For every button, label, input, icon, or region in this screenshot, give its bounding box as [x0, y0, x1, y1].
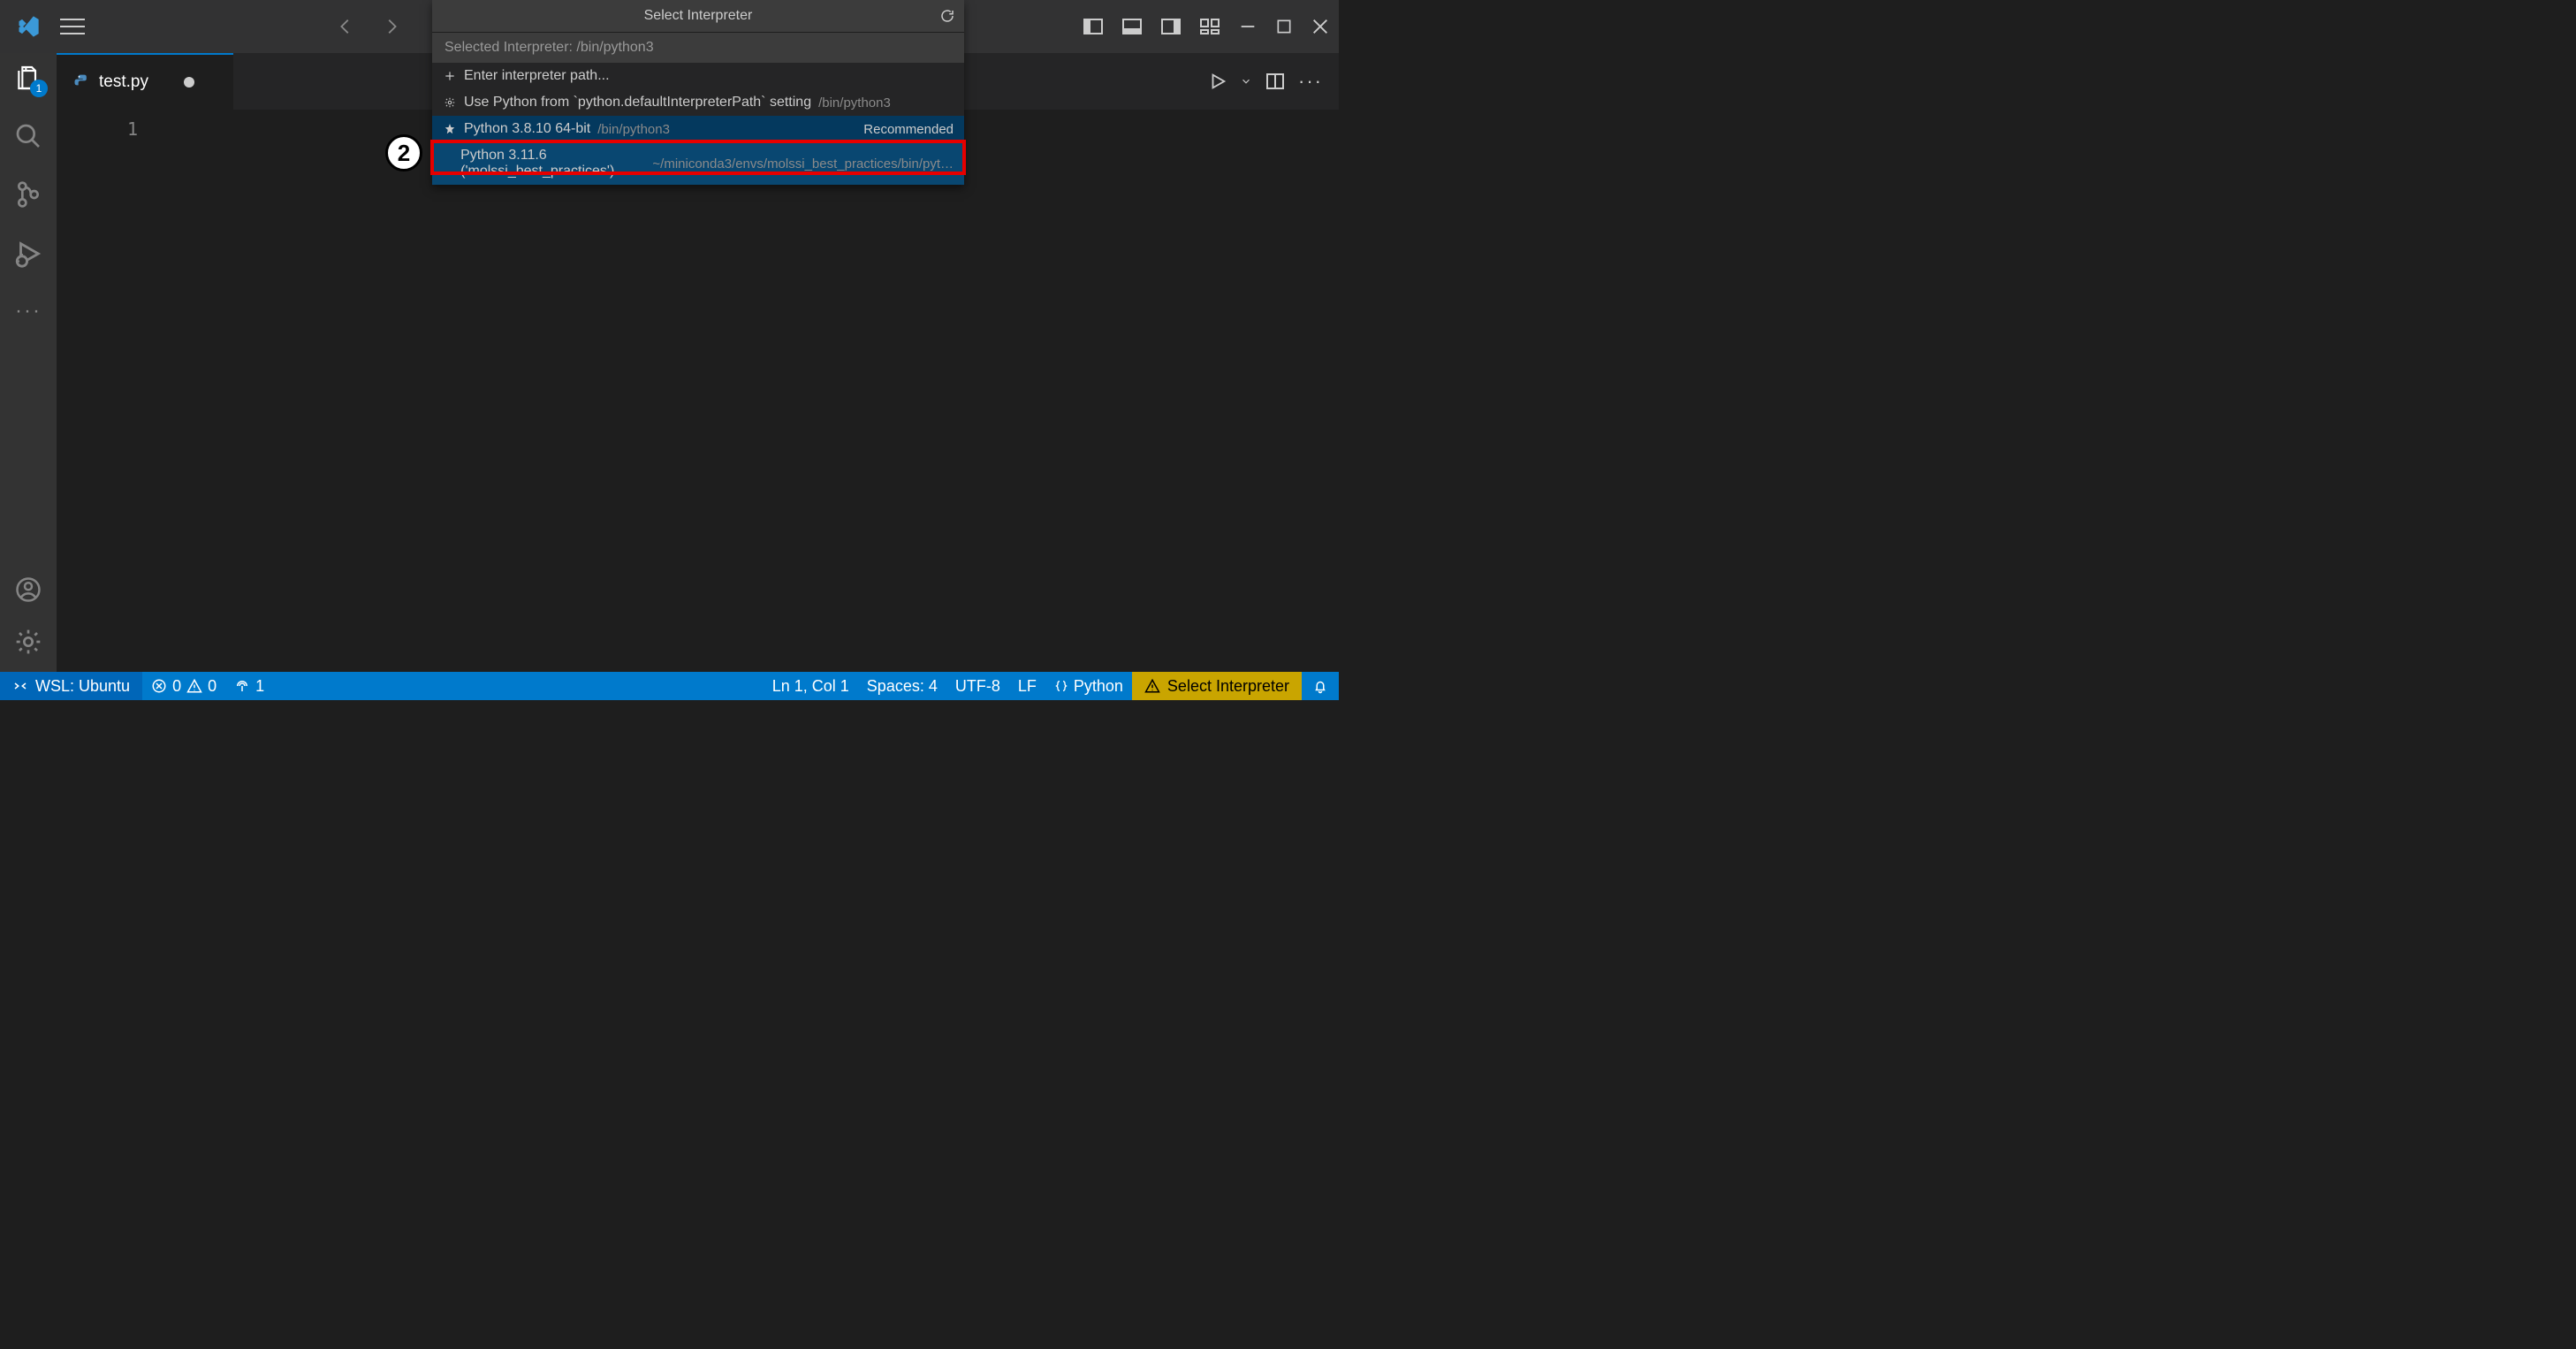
select-interpreter-picker: Select Interpreter Selected Interpreter:… [432, 0, 964, 185]
interpreter-item-enter-path[interactable]: Enter interpreter path... [432, 63, 964, 89]
activity-search-icon[interactable] [14, 122, 42, 150]
quickinput-title: Select Interpreter [432, 0, 964, 32]
status-bar: WSL: Ubuntu 0 0 1 Ln 1, Col 1 Spaces: 4 … [0, 672, 1339, 700]
status-remote[interactable]: WSL: Ubuntu [0, 672, 142, 700]
editor-more-icon[interactable]: ··· [1298, 70, 1323, 93]
editor-actions: ··· [1208, 53, 1339, 110]
eol-label: LF [1018, 677, 1037, 696]
python-file-icon [72, 73, 90, 91]
window-close-icon[interactable] [1311, 17, 1330, 36]
window-minimize-icon[interactable] [1238, 17, 1258, 36]
editor-area[interactable]: 1 [57, 110, 1339, 672]
run-dropdown-chevron-icon[interactable] [1240, 75, 1252, 88]
layout-grid-icon[interactable] [1199, 16, 1220, 37]
layout-panel-bottom-icon[interactable] [1121, 16, 1143, 37]
item-label: Python 3.11.6 ('molssi_best_practices') [460, 148, 645, 179]
item-path: /bin/python3 [818, 95, 891, 111]
activity-source-control-icon[interactable] [14, 180, 42, 209]
warning-count: 0 [208, 677, 217, 696]
nav-back-icon[interactable] [336, 17, 355, 36]
quickinput-title-label: Select Interpreter [644, 8, 753, 24]
warning-triangle-icon [1144, 678, 1160, 694]
error-count: 0 [172, 677, 181, 696]
status-select-interpreter[interactable]: Select Interpreter [1132, 672, 1302, 700]
activity-explorer-icon[interactable]: 1 [14, 64, 42, 92]
warning-icon [186, 678, 202, 694]
interpreter-item-recommended[interactable]: Python 3.8.10 64-bit /bin/python3 Recomm… [432, 116, 964, 142]
item-label: Use Python from `python.defaultInterpret… [464, 95, 811, 111]
status-problems[interactable]: 0 0 [142, 677, 225, 696]
split-editor-icon[interactable] [1265, 71, 1286, 92]
item-label: Enter interpreter path... [464, 68, 610, 84]
title-bar-right [1083, 16, 1330, 37]
item-path: ~/miniconda3/envs/molssi_best_practices/… [652, 156, 954, 171]
gear-icon [443, 96, 457, 109]
plus-icon [443, 70, 457, 82]
explorer-badge: 1 [30, 80, 48, 97]
remote-icon [12, 678, 28, 694]
select-interpreter-label: Select Interpreter [1167, 677, 1289, 696]
vscode-logo-icon [16, 14, 41, 39]
nav-forward-icon[interactable] [382, 17, 401, 36]
status-notifications-icon[interactable] [1302, 678, 1339, 694]
star-icon [443, 123, 457, 135]
activity-more-icon[interactable]: ··· [15, 299, 42, 324]
quickinput-list: Enter interpreter path... Use Python fro… [432, 63, 964, 185]
interpreter-item-default-setting[interactable]: Use Python from `python.defaultInterpret… [432, 89, 964, 116]
layout-panel-right-icon[interactable] [1160, 16, 1182, 37]
refresh-icon[interactable] [939, 8, 955, 24]
dirty-indicator-icon [184, 77, 194, 88]
status-ports[interactable]: 1 [225, 677, 273, 696]
braces-icon [1054, 679, 1068, 693]
status-encoding[interactable]: UTF-8 [946, 677, 1009, 696]
encoding-label: UTF-8 [955, 677, 1000, 696]
activity-run-debug-icon[interactable] [13, 239, 43, 269]
remote-label: WSL: Ubuntu [35, 677, 130, 696]
run-file-icon[interactable] [1208, 72, 1227, 91]
item-right-label: Recommended [863, 122, 954, 137]
line-number: 1 [57, 118, 164, 140]
item-path: /bin/python3 [597, 122, 670, 137]
interpreter-item-conda-env[interactable]: Python 3.11.6 ('molssi_best_practices') … [432, 142, 964, 185]
activity-accounts-icon[interactable] [15, 576, 42, 603]
quickinput-selected-header: Selected Interpreter: /bin/python3 [432, 32, 964, 63]
layout-panel-left-icon[interactable] [1083, 16, 1104, 37]
item-label: Python 3.8.10 64-bit [464, 121, 590, 137]
status-eol[interactable]: LF [1009, 677, 1045, 696]
status-language[interactable]: Python [1045, 677, 1132, 696]
window-maximize-icon[interactable] [1275, 18, 1293, 35]
status-cursor[interactable]: Ln 1, Col 1 [764, 677, 858, 696]
tab-label: test.py [99, 72, 148, 92]
editor-tab-active[interactable]: test.py [57, 53, 233, 110]
annotation-step-number: 2 [385, 134, 422, 171]
activity-settings-icon[interactable] [14, 628, 42, 656]
language-label: Python [1074, 677, 1123, 696]
ports-count: 1 [255, 677, 264, 696]
status-indent[interactable]: Spaces: 4 [858, 677, 946, 696]
error-icon [151, 678, 167, 694]
hamburger-menu-icon[interactable] [60, 18, 85, 35]
cursor-label: Ln 1, Col 1 [772, 677, 849, 696]
ports-icon [234, 678, 250, 694]
title-bar-left [7, 14, 85, 39]
nav-arrows [336, 17, 401, 36]
activity-bar: 1 ··· [0, 53, 57, 672]
indent-label: Spaces: 4 [867, 677, 938, 696]
